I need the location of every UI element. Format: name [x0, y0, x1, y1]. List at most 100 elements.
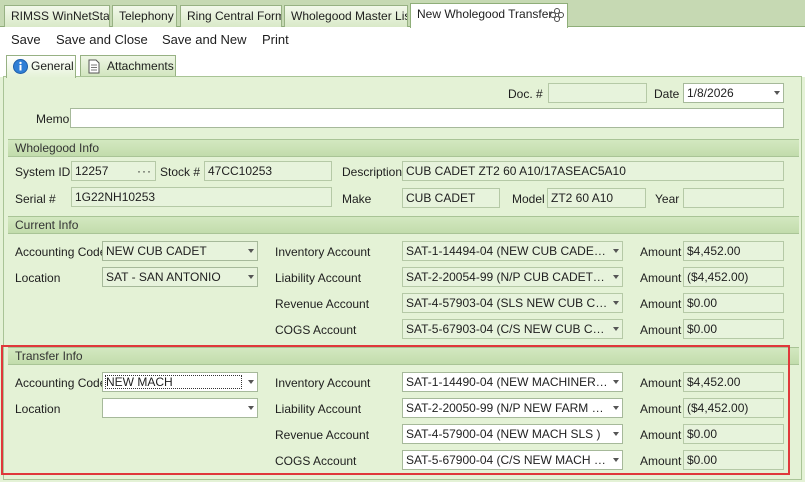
tab-new-wholegood-transfer[interactable]: New Wholegood Transfer: [410, 3, 568, 28]
current-inventory-label: Inventory Account: [275, 245, 371, 259]
transfer-inventory-select[interactable]: SAT-1-14490-04 (NEW MACHINERY OT...: [402, 372, 623, 392]
current-inventory-amount[interactable]: $4,452.00: [683, 241, 784, 261]
chevron-down-icon[interactable]: [613, 249, 619, 253]
current-revenue-amount[interactable]: $0.00: [683, 293, 784, 313]
current-revenue-label: Revenue Account: [275, 297, 370, 311]
make-field[interactable]: CUB CADET: [402, 188, 500, 208]
transfer-revenue-amount[interactable]: $0.00: [683, 424, 784, 444]
tab-general-label: General: [31, 59, 74, 73]
chevron-down-icon[interactable]: [613, 458, 619, 462]
chevron-down-icon[interactable]: [613, 301, 619, 305]
tab-general[interactable]: General: [6, 55, 76, 78]
memo-label: Memo: [36, 112, 70, 126]
transfer-liability-label: Liability Account: [275, 402, 362, 416]
transfer-revenue-select[interactable]: SAT-4-57900-04 (NEW MACH SLS ): [402, 424, 623, 444]
transfer-cogs-value: SAT-5-67900-04 (C/S NEW MACH EXEM...: [406, 453, 608, 467]
current-amount-label: Amount: [640, 271, 682, 285]
chevron-down-icon[interactable]: [613, 327, 619, 331]
tab-label: Telephony: [119, 9, 174, 23]
pin-icon[interactable]: [549, 7, 565, 23]
year-field[interactable]: [683, 188, 784, 208]
tab-attachments[interactable]: Attachments: [80, 55, 176, 77]
tab-label: Ring Central Form: [187, 9, 282, 23]
transfer-amount-label: Amount: [640, 454, 682, 468]
transfer-liability-amount[interactable]: ($4,452.00): [683, 398, 784, 418]
chevron-down-icon[interactable]: [613, 275, 619, 279]
general-panel: Doc. # Date 1/8/2026 Memo Wholegood Info…: [3, 76, 802, 480]
current-cogs-label: COGS Account: [275, 323, 357, 337]
current-cogs-amount[interactable]: $0.00: [683, 319, 784, 339]
current-accounting-code-select[interactable]: NEW CUB CADET: [102, 241, 258, 261]
tab-ring-central-form[interactable]: Ring Central Form: [180, 5, 282, 27]
date-picker[interactable]: 1/8/2026: [683, 83, 784, 103]
current-inventory-value: SAT-1-14494-04 (NEW CUB CADET INV): [406, 244, 608, 258]
transfer-location-label: Location: [15, 402, 61, 416]
transfer-accounting-code-value: NEW MACH: [106, 375, 173, 389]
chevron-down-icon[interactable]: [248, 380, 254, 384]
current-liability-amount[interactable]: ($4,452.00): [683, 267, 784, 287]
current-amount-label: Amount: [640, 245, 682, 259]
chevron-down-icon[interactable]: [248, 406, 254, 410]
stock-field[interactable]: 47CC10253: [204, 161, 332, 181]
transfer-location-select[interactable]: [102, 398, 258, 418]
transfer-liability-value: SAT-2-20050-99 (N/P NEW FARM EQUI...: [406, 401, 608, 415]
current-liability-select[interactable]: SAT-2-20054-99 (N/P CUB CADET FLO...: [402, 267, 623, 287]
year-label: Year: [655, 192, 680, 206]
chevron-down-icon[interactable]: [613, 406, 619, 410]
tab-attachments-label: Attachments: [107, 59, 174, 73]
ellipsis-button-icon[interactable]: ···: [137, 162, 152, 180]
transfer-amount-label: Amount: [640, 402, 682, 416]
transfer-accounting-code-select[interactable]: NEW MACH: [102, 372, 258, 392]
current-cogs-select[interactable]: SAT-5-67903-04 (C/S NEW CUB CADET ...: [402, 319, 623, 339]
transfer-liability-select[interactable]: SAT-2-20050-99 (N/P NEW FARM EQUI...: [402, 398, 623, 418]
current-liability-value: SAT-2-20054-99 (N/P CUB CADET FLO...: [406, 270, 608, 284]
inner-tab-strip: General Attachments: [0, 53, 805, 78]
transfer-inventory-amount[interactable]: $4,452.00: [683, 372, 784, 392]
serial-field[interactable]: 1G22NH10253: [71, 187, 332, 207]
system-id-value: 12257: [75, 164, 109, 178]
make-label: Make: [342, 192, 372, 206]
current-revenue-value: SAT-4-57903-04 (SLS NEW CUB CADET ...: [406, 296, 608, 310]
memo-field[interactable]: [70, 108, 784, 128]
current-info-header: Current Info: [8, 216, 799, 234]
current-location-label: Location: [15, 271, 61, 285]
model-field[interactable]: ZT2 60 A10: [547, 188, 646, 208]
chevron-down-icon[interactable]: [774, 91, 780, 95]
transfer-cogs-label: COGS Account: [275, 454, 357, 468]
transfer-amount-label: Amount: [640, 376, 682, 390]
transfer-inventory-label: Inventory Account: [275, 376, 371, 390]
transfer-info-header: Transfer Info: [8, 347, 799, 365]
document-icon: [88, 59, 100, 74]
wholegood-info-header: Wholegood Info: [8, 139, 799, 157]
chevron-down-icon[interactable]: [248, 249, 254, 253]
transfer-revenue-label: Revenue Account: [275, 428, 370, 442]
chevron-down-icon[interactable]: [248, 275, 254, 279]
doc-number-field[interactable]: [548, 83, 647, 103]
model-label: Model: [512, 192, 545, 206]
save-button[interactable]: Save: [11, 31, 41, 49]
current-revenue-select[interactable]: SAT-4-57903-04 (SLS NEW CUB CADET ...: [402, 293, 623, 313]
transfer-amount-label: Amount: [640, 428, 682, 442]
print-button[interactable]: Print: [262, 31, 289, 49]
current-cogs-value: SAT-5-67903-04 (C/S NEW CUB CADET ...: [406, 322, 608, 336]
date-label: Date: [654, 87, 680, 101]
transfer-cogs-select[interactable]: SAT-5-67900-04 (C/S NEW MACH EXEM...: [402, 450, 623, 470]
current-accounting-code-label: Accounting Code: [15, 245, 107, 259]
toolbar: Save Save and Close Save and New Print: [0, 27, 805, 53]
info-icon: [13, 59, 28, 74]
save-and-close-button[interactable]: Save and Close: [56, 31, 148, 49]
save-and-new-button[interactable]: Save and New: [162, 31, 247, 49]
serial-label: Serial #: [15, 192, 56, 206]
transfer-accounting-code-label: Accounting Code: [15, 376, 107, 390]
tab-telephony[interactable]: Telephony: [112, 5, 177, 27]
current-inventory-select[interactable]: SAT-1-14494-04 (NEW CUB CADET INV): [402, 241, 623, 261]
current-amount-label: Amount: [640, 323, 682, 337]
chevron-down-icon[interactable]: [613, 432, 619, 436]
system-id-field[interactable]: 12257 ···: [71, 161, 156, 181]
description-field[interactable]: CUB CADET ZT2 60 A10/17ASEAC5A10: [402, 161, 784, 181]
tab-rimss-winnetstar[interactable]: RIMSS WinNetStar: [4, 5, 110, 27]
transfer-cogs-amount[interactable]: $0.00: [683, 450, 784, 470]
tab-wholegood-master-list[interactable]: Wholegood Master List: [284, 5, 408, 27]
current-location-select[interactable]: SAT - SAN ANTONIO: [102, 267, 258, 287]
chevron-down-icon[interactable]: [613, 380, 619, 384]
